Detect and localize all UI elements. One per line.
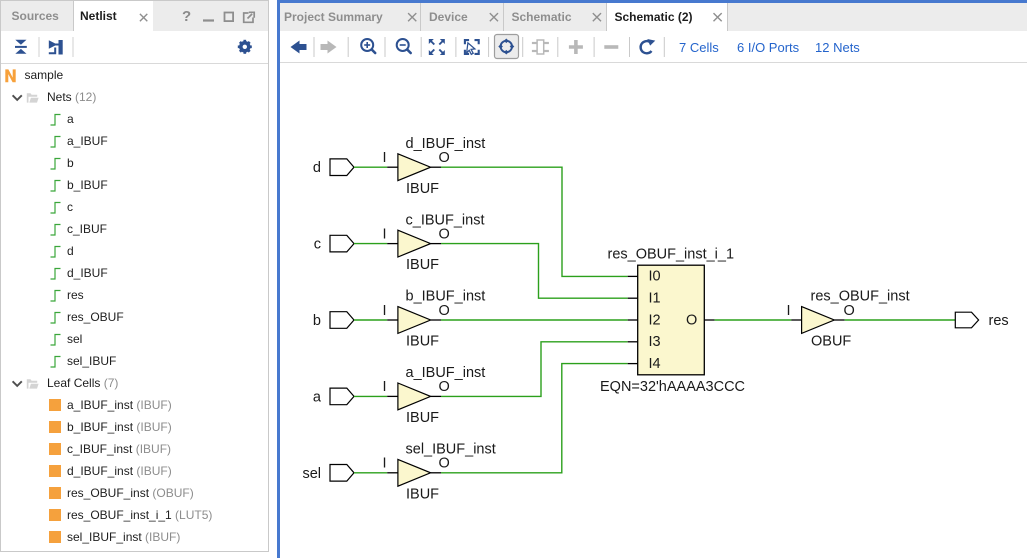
svg-text:res: res — [989, 313, 1009, 329]
svg-text:I4: I4 — [649, 356, 661, 372]
svg-text:d: d — [313, 160, 321, 176]
svg-text:b: b — [313, 313, 321, 329]
svg-text:I: I — [382, 226, 386, 242]
svg-text:O: O — [439, 456, 450, 472]
svg-text:EQN=32'hAAAA3CCC: EQN=32'hAAAA3CCC — [600, 379, 745, 395]
svg-text:O: O — [686, 312, 697, 328]
svg-text:I: I — [786, 303, 790, 319]
svg-text:IBUF: IBUF — [406, 334, 439, 350]
svg-text:I: I — [382, 303, 386, 319]
svg-text:res_OBUF_inst_i_1: res_OBUF_inst_i_1 — [608, 247, 735, 263]
svg-text:a: a — [313, 389, 322, 405]
svg-text:sel: sel — [302, 466, 321, 482]
svg-text:O: O — [439, 379, 450, 395]
svg-text:I: I — [382, 150, 386, 166]
svg-text:res_OBUF_inst: res_OBUF_inst — [811, 289, 910, 305]
svg-text:c_IBUF_inst: c_IBUF_inst — [406, 212, 485, 228]
svg-text:a_IBUF_inst: a_IBUF_inst — [406, 365, 486, 381]
svg-text:IBUF: IBUF — [406, 410, 439, 426]
svg-text:OBUF: OBUF — [811, 334, 851, 350]
svg-text:IBUF: IBUF — [406, 486, 439, 502]
svg-text:I: I — [382, 456, 386, 472]
svg-text:I1: I1 — [649, 291, 661, 307]
svg-text:I2: I2 — [649, 312, 661, 328]
svg-text:I0: I0 — [649, 269, 661, 285]
svg-text:O: O — [439, 226, 450, 242]
svg-text:IBUF: IBUF — [406, 257, 439, 273]
svg-text:O: O — [844, 303, 855, 319]
svg-text:b_IBUF_inst: b_IBUF_inst — [406, 289, 486, 305]
svg-text:I3: I3 — [649, 334, 661, 350]
svg-text:sel_IBUF_inst: sel_IBUF_inst — [406, 442, 496, 458]
svg-text:d_IBUF_inst: d_IBUF_inst — [406, 136, 486, 152]
svg-text:I: I — [382, 379, 386, 395]
svg-text:c: c — [314, 237, 321, 253]
svg-text:IBUF: IBUF — [406, 181, 439, 197]
svg-text:O: O — [439, 150, 450, 166]
svg-text:O: O — [439, 303, 450, 319]
